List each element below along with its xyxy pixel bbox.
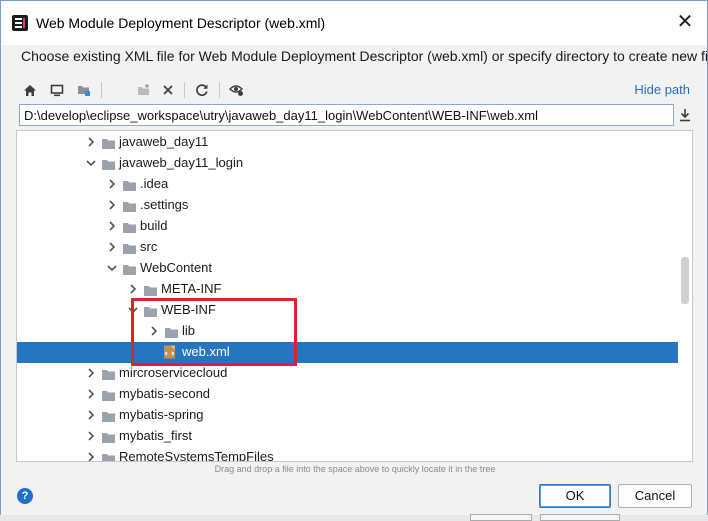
tree-row[interactable]: javaweb_day11_login — [17, 153, 678, 174]
chevron-down-icon[interactable] — [86, 157, 96, 169]
home-icon[interactable] — [19, 79, 41, 101]
tree-item-label: web.xml — [182, 344, 230, 359]
tree-item-label: WEB-INF — [161, 302, 216, 317]
tree-item-label: src — [140, 239, 158, 254]
folder-icon — [102, 137, 115, 149]
scroll-thumb[interactable] — [681, 257, 689, 304]
new-folder-icon[interactable] — [133, 79, 155, 101]
tree-row[interactable]: .settings — [17, 195, 678, 216]
chevron-right-icon[interactable] — [86, 136, 96, 148]
folder-icon — [144, 305, 157, 317]
tree-row[interactable]: .idea — [17, 174, 678, 195]
folder-icon — [123, 221, 136, 233]
chevron-down-icon[interactable] — [128, 304, 138, 316]
chevron-right-icon[interactable] — [86, 451, 96, 461]
folder-icon — [123, 242, 136, 254]
ok-button[interactable]: OK — [539, 484, 611, 508]
intellij-app-icon — [12, 15, 28, 31]
tree-row[interactable]: lib — [17, 321, 678, 342]
folder-icon — [123, 179, 136, 191]
tree-row-selected[interactable]: web.xml — [17, 342, 678, 363]
title-bar: Web Module Deployment Descriptor (web.xm… — [1, 1, 707, 45]
toolbar-separator — [184, 82, 185, 98]
chevron-right-icon[interactable] — [149, 325, 159, 337]
show-hidden-icon[interactable] — [225, 79, 247, 101]
folder-icon — [102, 410, 115, 422]
tree-item-label: .settings — [140, 197, 189, 212]
chevron-right-icon[interactable] — [107, 220, 117, 232]
chevron-right-icon[interactable] — [86, 367, 96, 379]
tree-item-label: META-INF — [161, 281, 222, 296]
tree-item-label: RemoteSystemsTempFiles — [119, 449, 274, 462]
toolbar-separator — [219, 82, 220, 98]
help-icon[interactable]: ? — [17, 488, 33, 504]
folder-icon — [102, 431, 115, 443]
folder-icon — [102, 452, 115, 461]
folder-icon — [102, 368, 115, 380]
tree-item-label: WebContent — [140, 260, 213, 275]
tree-item-label: mybatis-second — [119, 386, 211, 401]
folder-icon — [102, 158, 115, 170]
tree-item-label: .idea — [140, 176, 169, 191]
close-button[interactable]: ✕ — [675, 11, 695, 33]
folder-icon — [165, 326, 178, 338]
tree-row[interactable]: mybatis_first — [17, 426, 678, 447]
chevron-down-icon[interactable] — [107, 262, 117, 274]
cancel-button[interactable]: Cancel — [618, 484, 692, 508]
tree-row[interactable]: build — [17, 216, 678, 237]
tree-row[interactable]: WebContent — [17, 258, 678, 279]
hide-path-link[interactable]: Hide path — [634, 82, 690, 97]
file-tree[interactable]: javaweb_day11 javaweb_day11_login .idea .se… — [16, 130, 693, 462]
chevron-right-icon[interactable] — [128, 283, 138, 295]
chevron-right-icon[interactable] — [86, 409, 96, 421]
download-icon[interactable] — [676, 105, 694, 125]
tree-row[interactable]: mybatis-second — [17, 384, 678, 405]
dialog: Web Module Deployment Descriptor (web.xm… — [0, 0, 708, 521]
chevron-right-icon[interactable] — [107, 178, 117, 190]
tree-item-label: mybatis-spring — [119, 407, 204, 422]
background-cancel-button — [540, 514, 620, 521]
tree-row[interactable]: META-INF — [17, 279, 678, 300]
tree-row[interactable]: mircroservicecloud — [17, 363, 678, 384]
tree-row[interactable]: src — [17, 237, 678, 258]
tree-item-label: javaweb_day11 — [119, 134, 209, 149]
window-title: Web Module Deployment Descriptor (web.xm… — [36, 15, 326, 31]
xml-file-icon — [163, 345, 176, 359]
tree-item-label: mircroservicecloud — [119, 365, 228, 380]
chevron-right-icon[interactable] — [107, 199, 117, 211]
chevron-right-icon[interactable] — [86, 388, 96, 400]
folder-icon — [123, 200, 136, 212]
tree-item-label: javaweb_day11_login — [119, 155, 244, 170]
folder-icon — [123, 263, 136, 275]
folder-icon — [102, 389, 115, 401]
chevron-right-icon[interactable] — [107, 241, 117, 253]
tree-row[interactable]: javaweb_day11 — [17, 132, 678, 153]
project-icon[interactable] — [73, 79, 95, 101]
toolbar-separator — [101, 82, 102, 98]
background-ok-button — [470, 514, 532, 521]
delete-icon[interactable] — [157, 79, 179, 101]
folder-icon — [144, 284, 157, 296]
desktop-icon[interactable] — [46, 79, 68, 101]
tree-row[interactable]: WEB-INF — [17, 300, 678, 321]
tree-row[interactable]: RemoteSystemsTempFiles — [17, 447, 678, 462]
path-input[interactable]: D:\develop\eclipse_workspace\utry\javawe… — [19, 104, 674, 126]
tree-item-label: lib — [182, 323, 196, 338]
tree-item-label: build — [140, 218, 168, 233]
tree-item-label: mybatis_first — [119, 428, 192, 443]
tree-scrollbar[interactable] — [678, 131, 692, 461]
instruction-text: Choose existing XML file for Web Module … — [21, 48, 708, 64]
drag-drop-hint: Drag and drop a file into the space abov… — [214, 464, 496, 474]
tree-row[interactable]: mybatis-spring — [17, 405, 678, 426]
refresh-icon[interactable] — [191, 79, 213, 101]
chevron-right-icon[interactable] — [86, 430, 96, 442]
